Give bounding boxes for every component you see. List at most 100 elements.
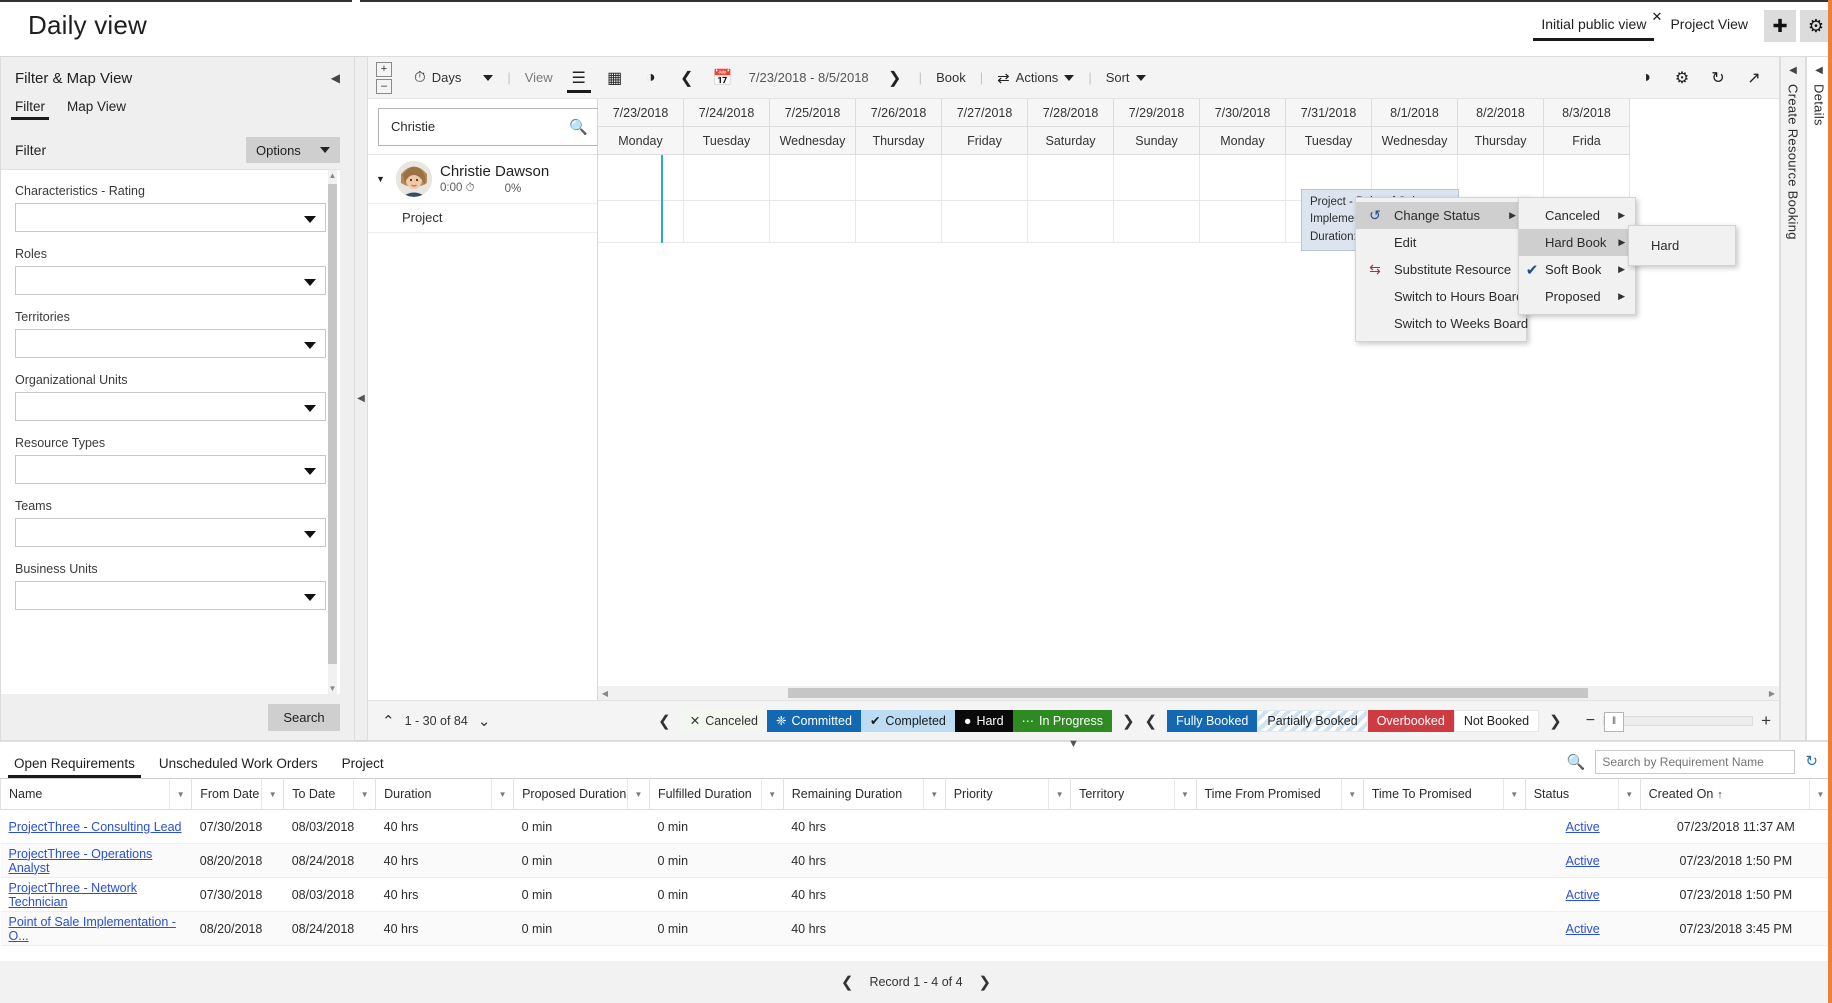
scheduler-cell[interactable]	[1200, 201, 1286, 243]
view-tab-project-view[interactable]: Project View	[1658, 13, 1760, 41]
cell-status[interactable]: Active	[1525, 911, 1641, 946]
scheduler-cell[interactable]	[942, 201, 1028, 243]
scheduler-cell[interactable]	[1458, 155, 1544, 201]
legend-canceled[interactable]: ✕ Canceled	[680, 709, 768, 732]
table-row[interactable]: ProjectThree - Operations Analyst 08/20/…	[0, 843, 1832, 878]
chevron-right-icon[interactable]: ❯	[979, 973, 992, 991]
requirement-link[interactable]: ProjectThree - Consulting Lead	[9, 820, 182, 834]
status-item-hard-book[interactable]: Hard Book ▶	[1519, 229, 1635, 256]
scroll-right-icon[interactable]: ▶	[1765, 689, 1779, 698]
scheduler-cell[interactable]	[770, 201, 856, 243]
cell-name[interactable]: Point of Sale Implementation - O...	[0, 911, 192, 946]
scheduler-cell[interactable]	[684, 155, 770, 201]
next-period-button[interactable]: ❯	[877, 63, 913, 93]
filter-chevron-down-icon[interactable]: ▼	[760, 779, 783, 809]
status-link[interactable]: Active	[1566, 854, 1600, 868]
column-header-name[interactable]: Name ▼	[0, 778, 193, 810]
filter-chevron-down-icon[interactable]: ▼	[626, 779, 649, 809]
scroll-up-icon[interactable]: ▲	[328, 171, 337, 180]
characteristics-rating-select[interactable]	[15, 203, 326, 232]
column-header-time-from-promised[interactable]: Time From Promised ▼	[1195, 778, 1364, 810]
table-row[interactable]: Point of Sale Implementation - O... 08/2…	[0, 911, 1832, 946]
status-link[interactable]: Active	[1566, 820, 1600, 834]
column-header-remaining-duration[interactable]: Remaining Duration ▼	[782, 778, 946, 810]
tab-unscheduled-work-orders[interactable]: Unscheduled Work Orders	[159, 756, 318, 778]
context-menu-item-change-status[interactable]: ↺ Change Status ▶	[1356, 202, 1526, 229]
legend-in-progress[interactable]: ⋯ In Progress	[1012, 709, 1112, 732]
scheduler-cell[interactable]	[1114, 201, 1200, 243]
cell-status[interactable]: Active	[1525, 809, 1641, 844]
scheduler-cell[interactable]	[1544, 155, 1630, 201]
list-icon[interactable]: ☰	[561, 63, 597, 93]
column-header-to-date[interactable]: To Date ▼	[283, 778, 377, 810]
filter-panel-resize-handle[interactable]: ◀	[355, 56, 367, 741]
column-header-priority[interactable]: Priority ▼	[944, 778, 1072, 810]
scrollbar-thumb[interactable]	[788, 688, 1588, 698]
cell-name[interactable]: ProjectThree - Consulting Lead	[0, 809, 192, 844]
scheduler-row-resource[interactable]	[598, 155, 1779, 201]
legend-completed[interactable]: ✔ Completed	[860, 709, 955, 732]
refresh-icon[interactable]: ↻	[1701, 63, 1735, 93]
cell-name[interactable]: ProjectThree - Network Technician	[0, 877, 192, 912]
date-range-label[interactable]: 7/23/2018 - 8/5/2018	[741, 63, 877, 93]
chevron-left-icon[interactable]: ❮	[841, 973, 854, 991]
scheduler-cell[interactable]	[856, 155, 942, 201]
column-header-territory[interactable]: Territory ▼	[1070, 778, 1197, 810]
chevron-down-icon[interactable]: ▼	[376, 174, 388, 184]
legend-hard[interactable]: ● Hard	[954, 709, 1013, 732]
tab-filter[interactable]: Filter	[11, 99, 49, 120]
calendar-picker-button[interactable]: 📅	[705, 63, 741, 93]
actions-menu[interactable]: ⇄ Actions	[989, 63, 1082, 93]
context-menu-item-switch-to-weeks-board[interactable]: Switch to Weeks Board	[1356, 310, 1528, 337]
table-row[interactable]: ProjectThree - Consulting Lead 07/30/201…	[0, 809, 1832, 844]
context-menu-item-edit[interactable]: Edit	[1356, 229, 1526, 256]
tab-project[interactable]: Project	[342, 756, 384, 778]
create-resource-booking-rail[interactable]: ◀ Create Resource Booking	[1780, 56, 1806, 741]
chevron-up-icon[interactable]: ⌃	[382, 712, 395, 730]
tab-map-view[interactable]: Map View	[67, 99, 126, 120]
context-menu-item-switch-to-hours-board[interactable]: Switch to Hours Board	[1356, 283, 1526, 310]
scroll-left-icon[interactable]: ◀	[598, 689, 612, 698]
zoom-slider-track[interactable]: ‖	[1603, 711, 1754, 732]
filter-chevron-down-icon[interactable]: ▼	[261, 779, 283, 809]
booking-legend-next-icon[interactable]: ❯	[1122, 712, 1135, 730]
resource-search-input[interactable]	[389, 118, 569, 135]
chevron-down-icon[interactable]: ⌄	[478, 712, 491, 730]
requirement-link[interactable]: ProjectThree - Network Technician	[9, 881, 138, 909]
cell-name[interactable]: ProjectThree - Operations Analyst	[0, 843, 192, 878]
book-button[interactable]: Book	[928, 63, 974, 93]
status-link[interactable]: Active	[1566, 888, 1600, 902]
prev-period-button[interactable]: ❮	[669, 63, 705, 93]
filter-chevron-down-icon[interactable]: ▼	[491, 779, 513, 809]
scrollbar-thumb[interactable]	[328, 184, 337, 664]
column-header-status[interactable]: Status ▼	[1524, 778, 1641, 810]
zoom-in-button[interactable]: +	[1761, 711, 1771, 731]
column-header-fulfilled-duration[interactable]: Fulfilled Duration ▼	[648, 778, 784, 810]
minus-box-icon[interactable]: –	[376, 78, 392, 94]
status-item-soft-book[interactable]: ✔︎ Soft Book ▶	[1519, 256, 1635, 283]
eye-icon[interactable]: ◑	[1629, 63, 1663, 93]
resource-child-row[interactable]: Project	[368, 204, 597, 233]
roles-select[interactable]	[15, 266, 326, 295]
search-input[interactable]	[1595, 750, 1796, 774]
scheduler-cell[interactable]	[598, 201, 684, 243]
filter-chevron-down-icon[interactable]: ▼	[1340, 779, 1363, 809]
organizational-units-select[interactable]	[15, 392, 326, 421]
scheduler-cell[interactable]	[1028, 155, 1114, 201]
territories-select[interactable]	[15, 329, 326, 358]
status-item-proposed[interactable]: Proposed ▶	[1519, 283, 1635, 310]
filter-scrollbar[interactable]: ▲ ▼	[328, 170, 337, 694]
resource-row[interactable]: ▼ Christie Dawson 0:00 ⏱ 0%	[368, 155, 597, 204]
filter-chevron-down-icon[interactable]: ▼	[1173, 779, 1196, 809]
legend-fully-booked[interactable]: Fully Booked	[1167, 709, 1258, 732]
resource-search-box[interactable]: 🔍	[378, 107, 599, 146]
legend-partially-booked[interactable]: Partially Booked	[1257, 709, 1368, 732]
options-button[interactable]: Options	[246, 137, 340, 163]
tab-open-requirements[interactable]: Open Requirements	[8, 756, 141, 778]
legend-not-booked[interactable]: Not Booked	[1453, 709, 1540, 732]
legend-committed[interactable]: ❈ Committed	[767, 709, 861, 732]
legend-overbooked[interactable]: Overbooked	[1367, 709, 1454, 732]
utilization-legend-prev-icon[interactable]: ❮	[1145, 712, 1158, 730]
column-header-from-date[interactable]: From Date ▼	[191, 778, 285, 810]
gear-icon[interactable]: ⚙	[1665, 63, 1699, 93]
